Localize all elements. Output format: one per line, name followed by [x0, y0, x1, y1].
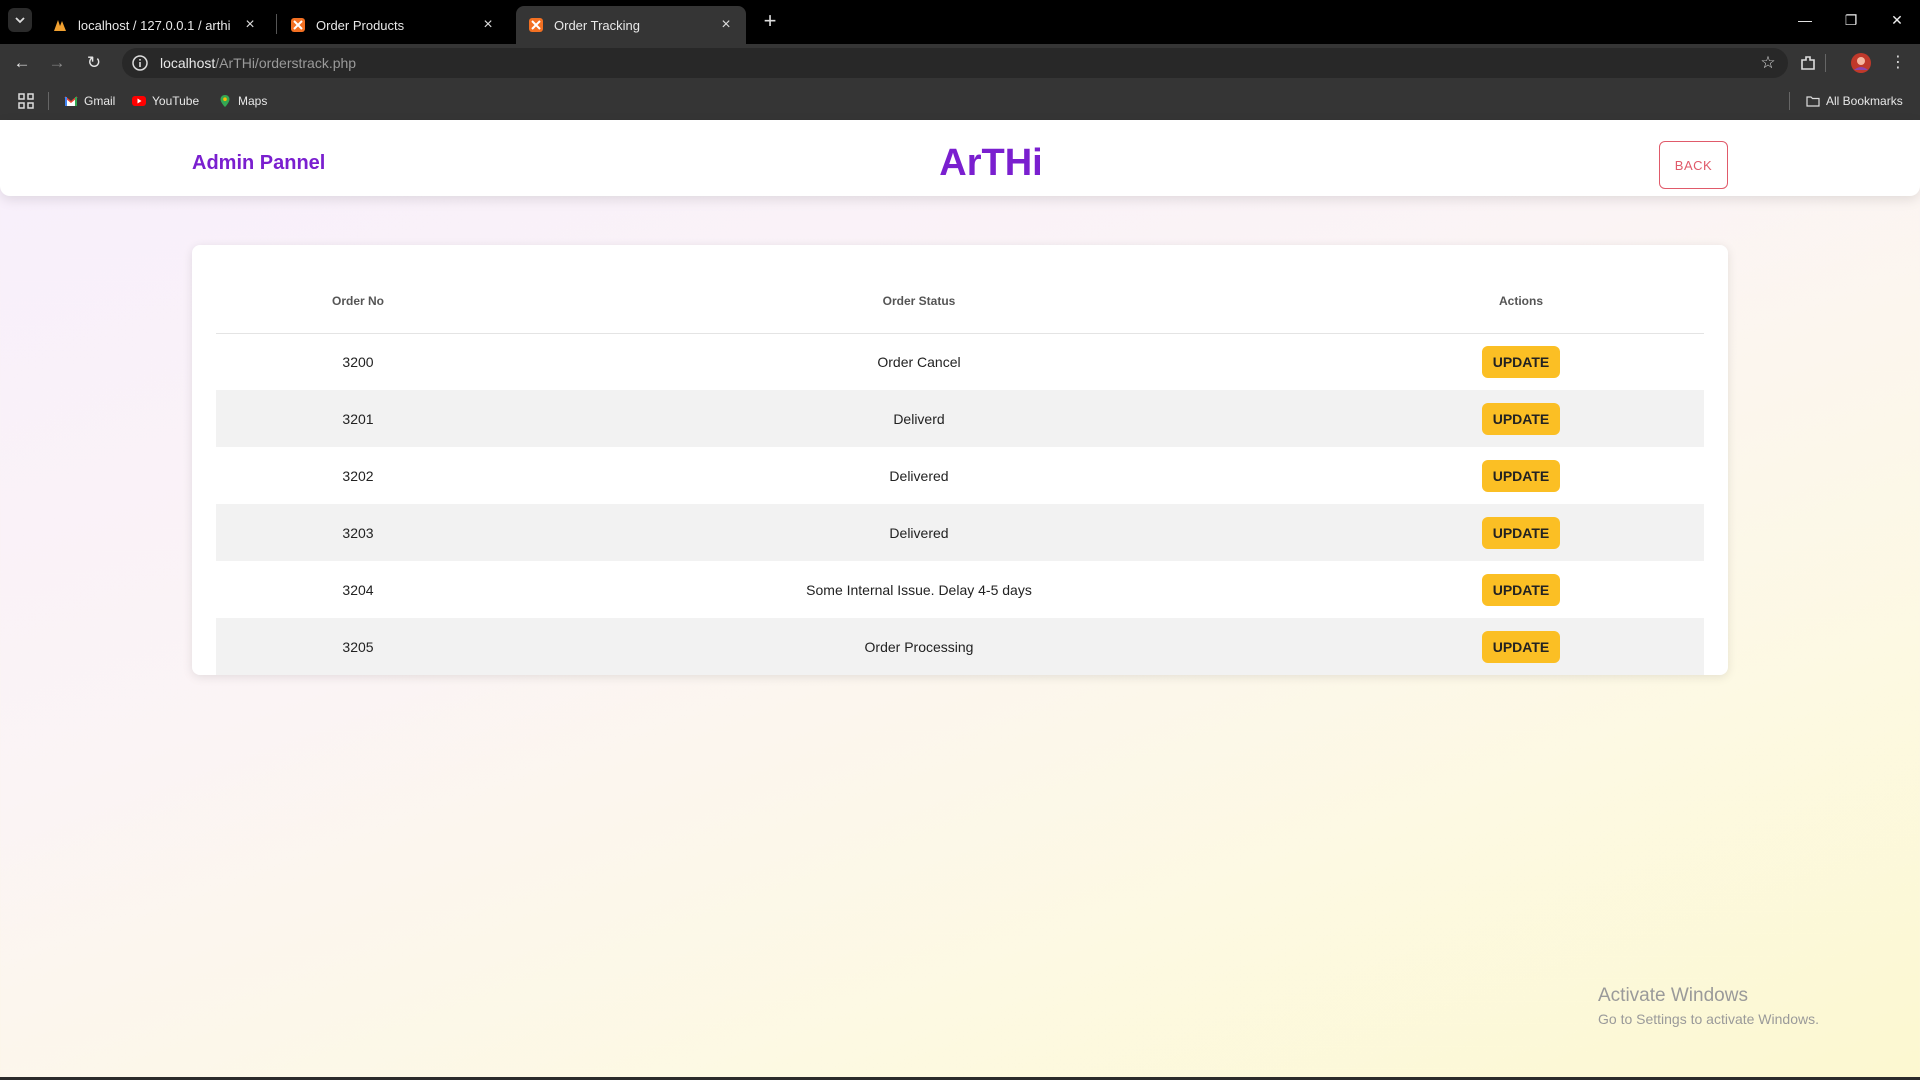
update-button[interactable]: UPDATE — [1482, 573, 1560, 606]
folder-icon — [1806, 96, 1820, 107]
all-bookmarks-label: All Bookmarks — [1826, 94, 1903, 108]
bookmark-star-icon[interactable]: ☆ — [1758, 53, 1778, 73]
actions-cell: UPDATE — [1338, 561, 1704, 618]
toolbar-separator — [1820, 51, 1830, 75]
column-header-order-status: Order Status — [500, 269, 1338, 334]
bookmark-label: YouTube — [152, 94, 200, 108]
order-status-cell: Some Internal Issue. Delay 4-5 days — [806, 581, 1032, 598]
actions-cell: UPDATE — [1338, 390, 1704, 447]
actions-cell: UPDATE — [1338, 447, 1704, 504]
all-bookmarks-button[interactable]: All Bookmarks — [1806, 91, 1903, 111]
restore-button[interactable]: ❐ — [1836, 8, 1866, 32]
maps-icon — [220, 95, 230, 107]
tab-title: Order Products — [316, 17, 405, 33]
watermark-subtitle: Go to Settings to activate Windows. — [1598, 1011, 1819, 1027]
update-button[interactable]: UPDATE — [1482, 402, 1560, 435]
update-button[interactable]: UPDATE — [1482, 459, 1560, 492]
order-status-cell: Deliverd — [500, 390, 1338, 447]
bookmark-separator — [48, 92, 49, 110]
menu-kebab-icon[interactable]: ⋮ — [1886, 51, 1910, 75]
table-header-row: Order No Order Status Actions — [216, 269, 1704, 334]
order-number-cell: 3200 — [342, 353, 374, 370]
tab-order-products[interactable]: Order Products × — [278, 6, 508, 44]
close-icon[interactable]: × — [718, 17, 734, 33]
extensions-icon[interactable] — [1796, 51, 1820, 75]
url-host: localhost — [160, 55, 216, 71]
bookmark-separator — [1789, 92, 1790, 110]
order-status-cell: Delivered — [889, 467, 949, 484]
table-row: 3204 Some Internal Issue. Delay 4-5 days… — [216, 561, 1704, 618]
order-number-cell: 3204 — [342, 581, 374, 598]
column-header-actions: Actions — [1338, 269, 1704, 334]
bookmark-label: Maps — [238, 94, 268, 108]
watermark-title: Activate Windows — [1598, 985, 1748, 1006]
table-row: 3200 Order Cancel UPDATE — [216, 333, 1704, 390]
close-icon[interactable]: × — [480, 17, 496, 33]
order-number-cell: 3205 — [216, 618, 500, 675]
order-status-cell: Order Cancel — [877, 353, 961, 370]
update-button[interactable]: UPDATE — [1482, 516, 1560, 549]
address-bar[interactable]: localhost/ArTHi/orderstrack.php ☆ — [122, 48, 1788, 78]
tab-search-dropdown[interactable] — [8, 8, 32, 32]
xampp-icon — [291, 18, 305, 32]
xampp-icon — [529, 18, 543, 32]
phpmyadmin-icon — [54, 20, 66, 31]
order-status-cell: Delivered — [500, 504, 1338, 561]
youtube-icon — [132, 96, 146, 106]
table-row: 3203 Delivered UPDATE — [216, 504, 1704, 561]
bookmark-gmail[interactable]: Gmail — [64, 91, 115, 111]
browser-tab-bar: localhost / 127.0.0.1 / arthi / cu × Ord… — [0, 0, 1920, 44]
table-row: 3202 Delivered UPDATE — [216, 447, 1704, 504]
tab-title: localhost / 127.0.0.1 / arthi / cu — [78, 17, 234, 33]
url-path: /ArTHi/orderstrack.php — [215, 55, 357, 71]
update-button[interactable]: UPDATE — [1482, 630, 1560, 663]
orders-table: Order No Order Status Actions 3200 Order… — [216, 269, 1704, 675]
tab-phpmyadmin[interactable]: localhost / 127.0.0.1 / arthi / cu × — [40, 6, 270, 44]
bookmark-maps[interactable]: Maps — [218, 91, 267, 111]
order-number-cell: 3203 — [216, 504, 500, 561]
reload-icon[interactable]: ↻ — [82, 51, 106, 75]
gmail-icon — [64, 96, 78, 106]
page-header: Admin Pannel ArTHi BACK — [0, 120, 1920, 196]
bookmarks-bar: Gmail YouTube Maps All Bookmarks — [0, 82, 1920, 120]
forward-arrow-icon[interactable]: → — [45, 51, 69, 75]
brand-logo-text: ArTHi — [939, 142, 1043, 184]
site-info-icon[interactable] — [130, 53, 150, 73]
tab-order-tracking[interactable]: Order Tracking × — [516, 6, 746, 44]
table-row: 3201 Deliverd UPDATE — [216, 390, 1704, 447]
order-number-cell: 3202 — [342, 467, 374, 484]
profile-avatar[interactable] — [1849, 51, 1873, 75]
close-window-button[interactable]: ✕ — [1882, 8, 1912, 32]
back-button[interactable]: BACK — [1659, 141, 1728, 189]
apps-grid-icon[interactable] — [18, 91, 34, 111]
orders-card: Order No Order Status Actions 3200 Order… — [192, 245, 1728, 675]
url-text: localhost/ArTHi/orderstrack.php — [160, 55, 356, 71]
actions-cell: UPDATE — [1338, 504, 1704, 561]
chevron-down-icon — [15, 17, 25, 24]
actions-cell: UPDATE — [1338, 333, 1704, 390]
tab-separator — [276, 14, 277, 34]
column-header-order-no: Order No — [216, 269, 500, 334]
order-status-cell: Order Processing — [500, 618, 1338, 675]
back-arrow-icon[interactable]: ← — [10, 51, 34, 75]
bookmark-youtube[interactable]: YouTube — [132, 91, 199, 111]
close-icon[interactable]: × — [242, 17, 258, 33]
bookmark-label: Gmail — [84, 94, 116, 108]
order-number-cell: 3201 — [216, 390, 500, 447]
actions-cell: UPDATE — [1338, 618, 1704, 675]
table-row: 3205 Order Processing UPDATE — [216, 618, 1704, 675]
minimize-button[interactable]: — — [1790, 8, 1820, 32]
new-tab-button[interactable]: + — [758, 10, 782, 34]
browser-toolbar: ← → ↻ localhost/ArTHi/orderstrack.php ☆ … — [0, 44, 1920, 82]
activate-windows-watermark: Activate Windows Go to Settings to activ… — [1598, 985, 1819, 1027]
tab-title: Order Tracking — [554, 17, 640, 33]
update-button[interactable]: UPDATE — [1482, 345, 1560, 378]
